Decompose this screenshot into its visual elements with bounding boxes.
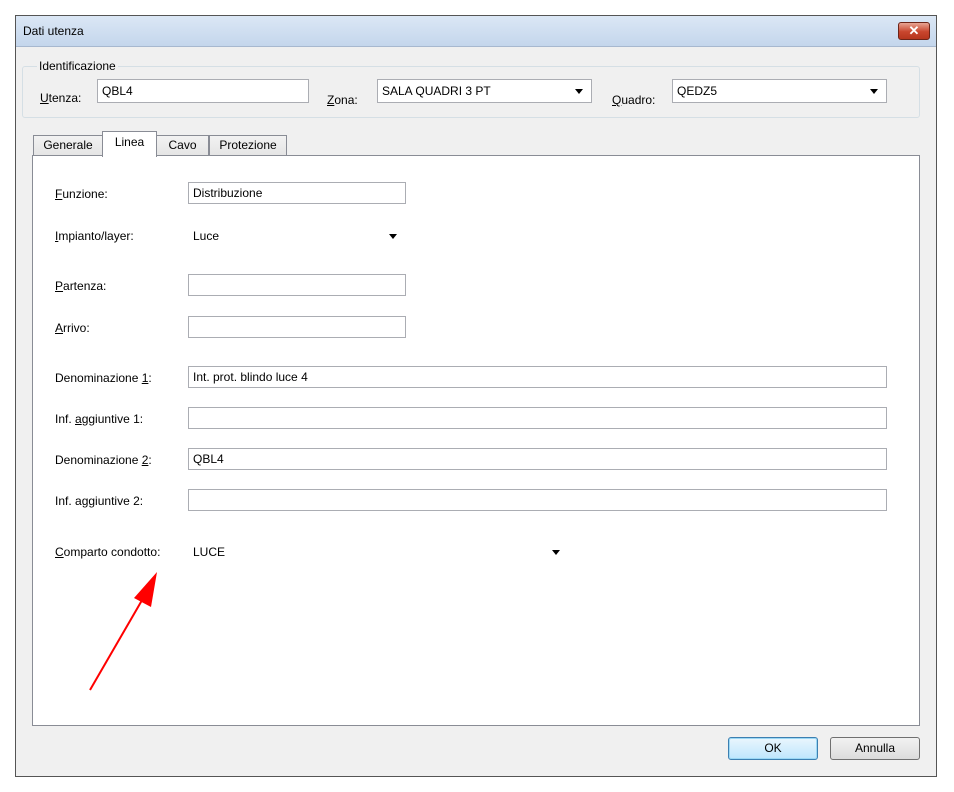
chevron-down-icon bbox=[552, 550, 560, 555]
arrivo-input[interactable] bbox=[188, 316, 406, 338]
title-bar: Dati utenza ✕ bbox=[16, 16, 936, 47]
denominazione-2-input[interactable]: QBL4 bbox=[188, 448, 887, 470]
ok-button[interactable]: OK bbox=[728, 737, 818, 760]
quadro-value: QEDZ5 bbox=[677, 84, 718, 98]
partenza-label: Partenza: bbox=[55, 279, 107, 293]
denominazione-2-label: Denominazione 2: bbox=[55, 453, 152, 467]
inf-aggiuntive-1-label: Inf. aggiuntive 1: bbox=[55, 412, 144, 426]
zona-label: Zona: bbox=[327, 93, 358, 107]
utenza-label: Utenza: bbox=[40, 91, 82, 105]
tab-protezione[interactable]: Protezione bbox=[209, 135, 287, 155]
utenza-input[interactable]: QBL4 bbox=[97, 79, 309, 103]
arrivo-label: Arrivo: bbox=[55, 321, 90, 335]
chevron-down-icon bbox=[870, 89, 878, 94]
impianto-label: Impianto/layer: bbox=[55, 229, 134, 243]
quadro-label: Quadro: bbox=[612, 93, 656, 107]
comparto-condotto-label: Comparto condotto: bbox=[55, 545, 161, 559]
tab-cavo[interactable]: Cavo bbox=[156, 135, 209, 155]
zona-value: SALA QUADRI 3 PT bbox=[382, 84, 491, 98]
funzione-input[interactable]: Distribuzione bbox=[188, 182, 406, 204]
quadro-select[interactable]: QEDZ5 bbox=[672, 79, 887, 103]
inf-aggiuntive-1-input[interactable] bbox=[188, 407, 887, 429]
tab-panel-linea bbox=[32, 155, 920, 726]
inf-aggiuntive-2-input[interactable] bbox=[188, 489, 887, 511]
impianto-select[interactable]: Luce bbox=[188, 224, 406, 248]
identificazione-label: Identificazione bbox=[37, 59, 118, 73]
chevron-down-icon bbox=[575, 89, 583, 94]
funzione-label: Funzione: bbox=[55, 187, 108, 201]
comparto-condotto-value: LUCE bbox=[193, 545, 226, 559]
zona-select[interactable]: SALA QUADRI 3 PT bbox=[377, 79, 592, 103]
window-title: Dati utenza bbox=[23, 24, 84, 38]
inf-aggiuntive-2-label: Inf. aggiuntive 2: bbox=[55, 494, 144, 508]
chevron-down-icon bbox=[389, 234, 397, 239]
impianto-value: Luce bbox=[193, 229, 220, 243]
tab-linea[interactable]: Linea bbox=[102, 131, 157, 157]
annulla-button[interactable]: Annulla bbox=[830, 737, 920, 760]
denominazione-1-label: Denominazione 1: bbox=[55, 371, 152, 385]
tab-generale[interactable]: Generale bbox=[33, 135, 103, 155]
comparto-condotto-select[interactable]: LUCE bbox=[188, 540, 569, 564]
denominazione-1-input[interactable]: Int. prot. blindo luce 4 bbox=[188, 366, 887, 388]
close-icon[interactable]: ✕ bbox=[898, 22, 930, 40]
partenza-input[interactable] bbox=[188, 274, 406, 296]
